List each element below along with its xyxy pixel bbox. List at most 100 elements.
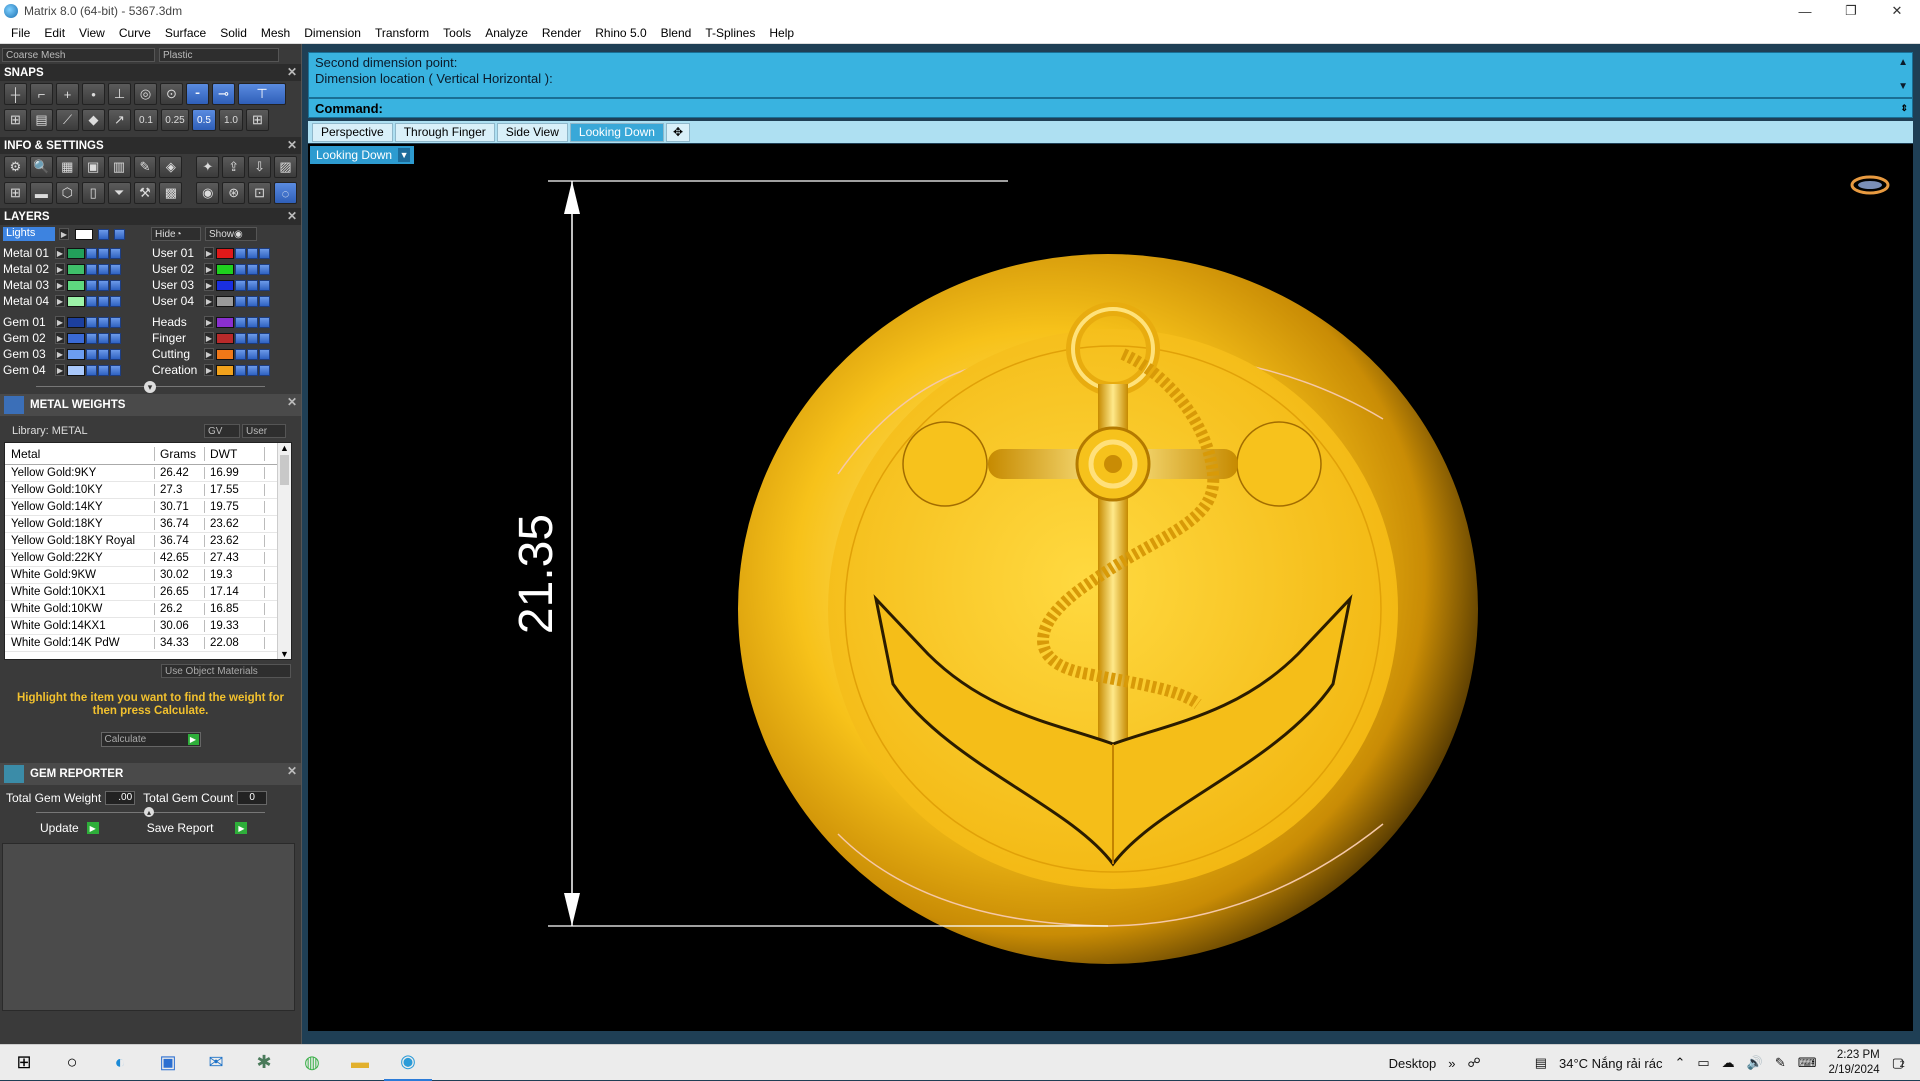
expand-icon[interactable]: ▶ [55, 263, 65, 275]
scroll-up-icon[interactable]: ▲ [1898, 55, 1908, 71]
stack-icon[interactable]: ▦ [55, 156, 79, 178]
menu-tsplines[interactable]: T-Splines [698, 26, 762, 40]
layer-settings-icon[interactable] [259, 295, 270, 307]
layer-color-swatch[interactable] [216, 364, 234, 376]
layer-name[interactable]: Metal 03 [3, 278, 55, 292]
menu-curve[interactable]: Curve [112, 26, 158, 40]
layer-color-swatch[interactable] [216, 247, 234, 259]
layer-color-swatch[interactable] [67, 364, 85, 376]
expand-icon[interactable]: ▶ [55, 348, 65, 360]
hide-button[interactable]: Hide ◔ [151, 227, 201, 241]
lock-icon[interactable] [86, 295, 97, 307]
table-row[interactable]: Yellow Gold:9KY 26.42 16.99 [5, 465, 291, 482]
close-icon[interactable]: ✕ [287, 65, 297, 79]
render-icon[interactable]: ◉ [196, 182, 220, 204]
lock-icon[interactable] [235, 348, 246, 360]
expand-icon[interactable]: ▶ [204, 364, 214, 376]
visibility-icon[interactable] [247, 348, 258, 360]
layer-color-swatch[interactable] [67, 279, 85, 291]
table-row[interactable]: White Gold:14K PdW 34.33 22.08 [5, 635, 291, 652]
show-button[interactable]: Show ◉ [205, 227, 257, 241]
box-icon[interactable]: ▣ [81, 156, 105, 178]
snap-quad-icon[interactable]: ◎ [134, 83, 157, 105]
windows-icon[interactable]: ⊞ [4, 182, 27, 204]
expand-icon[interactable]: ▶ [204, 295, 214, 307]
snap-value-025[interactable]: 0.25 [161, 109, 189, 131]
scale-icon[interactable]: ⊡ [248, 182, 272, 204]
layer-color-swatch[interactable] [216, 348, 234, 360]
lock-icon[interactable] [235, 263, 246, 275]
layer-icon[interactable]: ▤ [30, 109, 53, 131]
layer-settings-icon[interactable] [259, 316, 270, 328]
chevron-up-icon[interactable]: ⌃ [1674, 1055, 1685, 1071]
viewcube-center[interactable] [1858, 181, 1882, 189]
tab-perspective[interactable]: Perspective [312, 122, 393, 142]
plane-icon[interactable]: ◆ [82, 109, 105, 131]
mail-icon[interactable]: ✉ [192, 1045, 240, 1081]
visibility-icon[interactable] [247, 263, 258, 275]
layer-settings-icon[interactable] [110, 247, 121, 259]
settings-icon[interactable]: ⚙ [4, 156, 27, 178]
layer-name[interactable]: Creation [152, 363, 204, 377]
visibility-icon[interactable] [98, 364, 109, 376]
start-icon[interactable]: ⊞ [0, 1045, 48, 1081]
cursor-icon[interactable]: ↗ [108, 109, 131, 131]
snap-end-icon[interactable]: ┼ [4, 83, 27, 105]
layer-settings-icon[interactable] [110, 332, 121, 344]
layer-row[interactable]: User 04 ▶ [152, 293, 297, 309]
layer-row[interactable]: Heads ▶ [152, 314, 297, 330]
import-icon[interactable]: ⇩ [248, 156, 272, 178]
layer-color-swatch[interactable] [67, 332, 85, 344]
layer-name[interactable]: Metal 01 [3, 246, 55, 260]
layer-settings-icon[interactable] [110, 316, 121, 328]
weather-icon[interactable]: ▤ [1535, 1055, 1547, 1071]
layer-color-swatch[interactable] [216, 295, 234, 307]
layer-row[interactable]: Metal 04 ▶ [3, 293, 148, 309]
menu-analyze[interactable]: Analyze [478, 26, 535, 40]
notification-icon[interactable]: ▢ 2 [1892, 1055, 1905, 1071]
clock[interactable]: 2:23 PM 2/19/2024 [1829, 1048, 1880, 1078]
layer-name[interactable]: User 01 [152, 246, 204, 260]
layer-row[interactable]: User 02 ▶ [152, 261, 297, 277]
layer-color-swatch[interactable] [67, 348, 85, 360]
expand-icon[interactable]: ▶ [204, 263, 214, 275]
mesh-dropdown[interactable]: Coarse Mesh [2, 48, 155, 62]
folder-icon[interactable]: ▬ [336, 1045, 384, 1081]
layer-color-swatch[interactable] [216, 263, 234, 275]
table-row[interactable]: Yellow Gold:14KY 30.71 19.75 [5, 499, 291, 516]
layer-name[interactable]: Gem 04 [3, 363, 55, 377]
layer-settings-icon[interactable] [259, 348, 270, 360]
doc-icon[interactable]: ▥ [107, 156, 131, 178]
app-green-icon[interactable]: ◍ [288, 1045, 336, 1081]
viewport[interactable]: Looking Down ▼ 21.35 [308, 144, 1913, 1031]
menu-tools[interactable]: Tools [436, 26, 478, 40]
expand-icon[interactable]: ▶ [204, 316, 214, 328]
layer-name[interactable]: Finger [152, 331, 204, 345]
tab-side-view[interactable]: Side View [496, 122, 568, 142]
command-input[interactable]: Command: ⇕ [308, 98, 1913, 118]
lights-layer[interactable]: Lights [3, 227, 55, 241]
layer-settings-icon[interactable] [110, 295, 121, 307]
layer-color-swatch[interactable] [67, 295, 85, 307]
layer-name[interactable]: Gem 01 [3, 315, 55, 329]
edge-icon[interactable]: ◐ [96, 1045, 144, 1081]
table-row[interactable]: Yellow Gold:18KY Royal 36.74 23.62 [5, 533, 291, 550]
table-scrollbar[interactable]: ▲ ▼ [277, 443, 291, 659]
snap-value-10[interactable]: 1.0 [219, 109, 243, 131]
target-icon[interactable]: ⊛ [222, 182, 246, 204]
cube-icon[interactable]: ⬡ [55, 182, 79, 204]
layer-settings-icon[interactable] [259, 332, 270, 344]
grid-snap-icon[interactable]: ⊞ [246, 109, 269, 131]
visibility-icon[interactable] [98, 332, 109, 344]
layer-name[interactable]: User 03 [152, 278, 204, 292]
store-icon[interactable]: ▣ [144, 1045, 192, 1081]
menu-edit[interactable]: Edit [37, 26, 72, 40]
people-icon[interactable]: ☍ [1468, 1055, 1481, 1071]
scroll-down-icon[interactable]: ▼ [278, 649, 291, 659]
snap-center-icon[interactable]: ⊙ [160, 83, 183, 105]
pen-icon[interactable]: ✎ [1775, 1055, 1786, 1071]
grid-icon[interactable]: ⊞ [4, 109, 27, 131]
gv-toggle[interactable]: GV [204, 424, 240, 438]
gem-icon[interactable]: ◈ [159, 156, 183, 178]
layer-color-swatch[interactable] [216, 332, 234, 344]
